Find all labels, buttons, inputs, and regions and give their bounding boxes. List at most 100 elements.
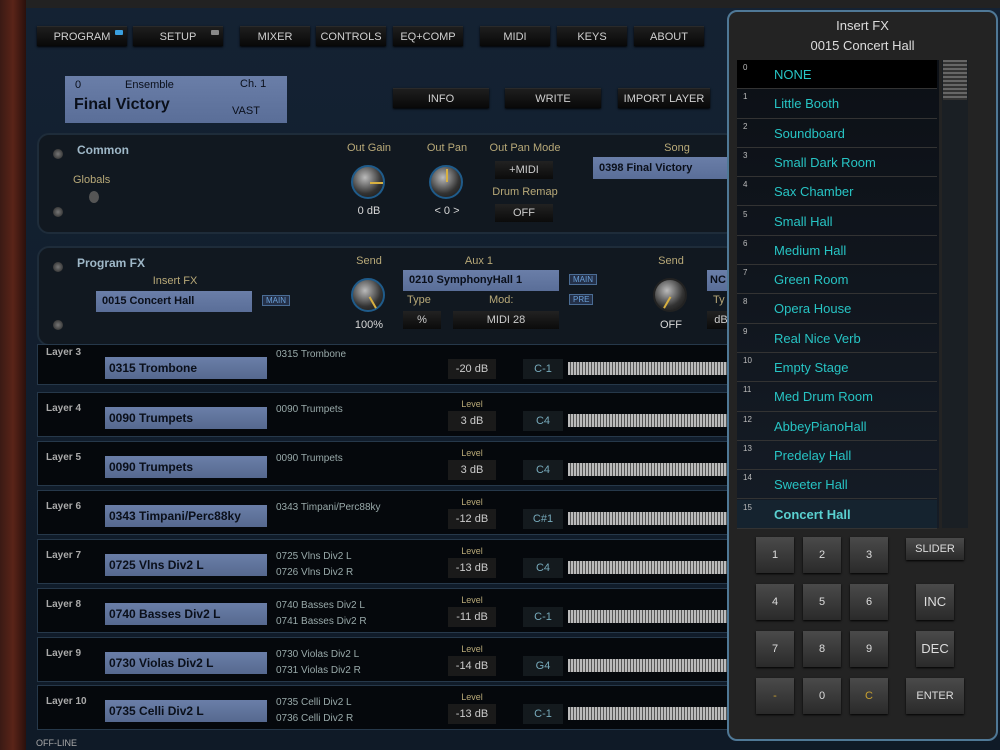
fx-list-item[interactable]: 14 Sweeter Hall (737, 470, 937, 500)
scrollbar-thumb[interactable] (943, 60, 967, 100)
layer-level[interactable]: -13 dB (448, 704, 496, 725)
out-pan-mode-label: Out Pan Mode (489, 142, 561, 154)
keypad-key-minus[interactable]: - (756, 678, 794, 714)
list-scrollbar[interactable] (942, 60, 968, 528)
tab-midi[interactable]: MIDI (480, 26, 550, 46)
layer-level[interactable]: 3 dB (448, 459, 496, 480)
dec-button[interactable]: DEC (916, 631, 954, 667)
layer-level[interactable]: 3 dB (448, 411, 496, 431)
keypad-key-5[interactable]: 5 (803, 584, 841, 620)
out-pan-mode-button[interactable]: +MIDI (495, 161, 553, 179)
out-pan-knob[interactable] (429, 165, 463, 199)
info-button[interactable]: INFO (393, 88, 489, 108)
keypad-key-4[interactable]: 4 (756, 584, 794, 620)
inc-button[interactable]: INC (916, 584, 954, 620)
keypad-key-9[interactable]: 9 (850, 631, 888, 667)
layer-program-field[interactable]: 0730 Violas Div2 L (105, 651, 267, 674)
key-range-keyboard[interactable] (568, 609, 731, 623)
keypad-key-1[interactable]: 1 (756, 537, 794, 573)
fx-list-item[interactable]: 11 Med Drum Room (737, 382, 937, 412)
fx-list-item[interactable]: 10 Empty Stage (737, 353, 937, 383)
keypad-key-3[interactable]: 3 (850, 537, 888, 573)
fx-list-item[interactable]: 8 Opera House (737, 294, 937, 324)
mod-button[interactable]: MIDI 28 (453, 311, 559, 329)
drum-remap-button[interactable]: OFF (495, 204, 553, 222)
layer-level[interactable]: -20 dB (448, 359, 496, 379)
globals-toggle[interactable] (89, 191, 99, 203)
keypad-key-6[interactable]: 6 (850, 584, 888, 620)
fx-list-item[interactable]: 12 AbbeyPianoHall (737, 412, 937, 441)
layer-program-field[interactable]: 0725 Vlns Div2 L (105, 553, 267, 576)
fx-list-item[interactable]: 1 Little Booth (737, 89, 937, 119)
tab-controls[interactable]: CONTROLS (316, 26, 386, 46)
fx-list-item[interactable]: 15 Concert Hall (737, 499, 937, 529)
layer-key-low[interactable]: C-1 (523, 359, 563, 379)
key-range-keyboard[interactable] (568, 462, 731, 476)
type-button[interactable]: % (403, 311, 441, 329)
send-knob[interactable] (351, 278, 385, 312)
layer-program-field[interactable]: 0315 Trombone (105, 357, 267, 379)
aux-pre-tag[interactable]: PRE (569, 294, 594, 305)
layer-key-low[interactable]: C#1 (523, 508, 563, 529)
layer-key-low[interactable]: C-1 (523, 606, 563, 627)
layer-program-field[interactable]: 0735 Celli Div2 L (105, 700, 267, 723)
key-range-keyboard[interactable] (568, 511, 731, 525)
globals-label: Globals (73, 174, 111, 186)
key-range-keyboard[interactable] (568, 414, 731, 427)
fx-list-item[interactable]: 3 Small Dark Room (737, 148, 937, 178)
fx-list-item[interactable]: 6 Medium Hall (737, 236, 937, 266)
fx-list-item[interactable]: 2 Soundboard (737, 119, 937, 148)
layer-program-field[interactable]: 0090 Trumpets (105, 455, 267, 478)
layer-key-low[interactable]: C4 (523, 557, 563, 578)
layer-program-field[interactable]: 0090 Trumpets (105, 407, 267, 429)
layer-level[interactable]: -13 dB (448, 557, 496, 578)
tab-eq-comp[interactable]: EQ+COMP (393, 26, 463, 46)
fx-list-item[interactable]: 7 Green Room (737, 265, 937, 295)
insert-fx-field[interactable]: 0015 Concert Hall (96, 291, 252, 312)
keypad-key-0[interactable]: 0 (803, 678, 841, 714)
send2-knob[interactable] (653, 278, 687, 312)
layer-label: Layer 8 (46, 598, 82, 610)
layer-level[interactable]: -11 dB (448, 606, 496, 627)
tab-keys[interactable]: KEYS (557, 26, 627, 46)
keypad-key-8[interactable]: 8 (803, 631, 841, 667)
tab-setup[interactable]: SETUP (133, 26, 223, 46)
layer-program-field[interactable]: 0343 Timpani/Perc88ky (105, 504, 267, 527)
keypad-key-2[interactable]: 2 (803, 537, 841, 573)
layer-program-field[interactable]: 0740 Basses Div2 L (105, 602, 267, 625)
layer-level[interactable]: -12 dB (448, 508, 496, 529)
import-layer-button[interactable]: IMPORT LAYER (618, 88, 710, 108)
keypad-key-7[interactable]: 7 (756, 631, 794, 667)
out-gain-knob[interactable] (351, 165, 385, 199)
tab-mixer[interactable]: MIXER (240, 26, 310, 46)
layer-key-low[interactable]: C4 (523, 459, 563, 480)
layer-key-low[interactable]: G4 (523, 655, 563, 676)
fx-list-item[interactable]: 9 Real Nice Verb (737, 324, 937, 353)
program-display[interactable]: 0 Ensemble Ch. 1 Final Victory VAST (65, 76, 287, 123)
slider-button[interactable]: SLIDER (906, 538, 964, 560)
fx-item-label: Concert Hall (774, 506, 851, 522)
common-title: Common (77, 143, 129, 157)
layer-key-low[interactable]: C4 (523, 411, 563, 431)
layer-key-low[interactable]: C-1 (523, 704, 563, 725)
aux1-field[interactable]: 0210 SymphonyHall 1 (403, 270, 559, 291)
fx-list-item[interactable]: 5 Small Hall (737, 207, 937, 236)
aux-main-tag[interactable]: MAIN (569, 274, 597, 285)
keypad-key-c[interactable]: C (850, 678, 888, 714)
layer-sample: 0090 Trumpets (276, 404, 343, 415)
tab-program[interactable]: PROGRAM (37, 26, 127, 46)
tab-about[interactable]: ABOUT (634, 26, 704, 46)
key-range-keyboard[interactable] (568, 362, 731, 375)
write-button[interactable]: WRITE (505, 88, 601, 108)
key-range-keyboard[interactable] (568, 658, 731, 672)
key-range-keyboard[interactable] (568, 560, 731, 574)
fx-list-item[interactable]: 4 Sax Chamber (737, 177, 937, 207)
fx-item-number: 2 (743, 121, 748, 131)
layer-level[interactable]: -14 dB (448, 655, 496, 676)
fx-list-item[interactable]: 13 Predelay Hall (737, 441, 937, 471)
key-range-keyboard[interactable] (568, 707, 731, 721)
song-field[interactable]: 0398 Final Victory (593, 157, 733, 179)
enter-button[interactable]: ENTER (906, 678, 964, 714)
fx-list-item[interactable]: 0 NONE (737, 60, 937, 90)
fx-item-label: Small Dark Room (774, 154, 876, 170)
